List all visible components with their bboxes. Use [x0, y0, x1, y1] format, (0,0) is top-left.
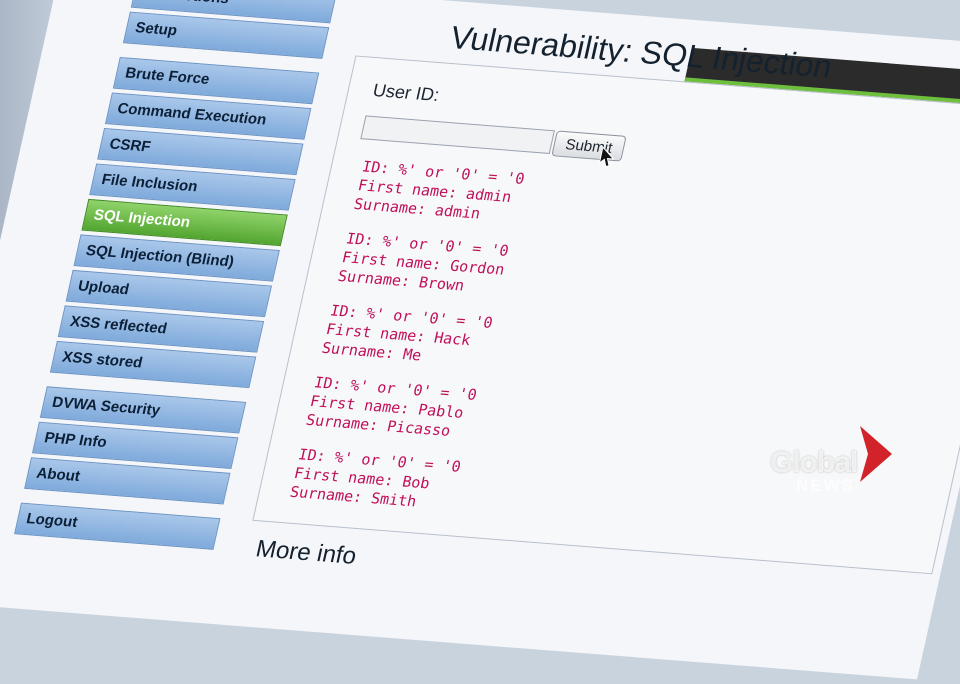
chevron-logo-icon	[860, 426, 892, 482]
sidebar-item-logout[interactable]: Logout	[14, 502, 221, 550]
more-info-heading: More info	[253, 535, 359, 570]
user-id-label: User ID:	[371, 80, 442, 105]
menu-group: DVWA Security PHP Info About	[24, 386, 247, 505]
menu-group: InstructionsSetup	[122, 0, 338, 59]
result-entry: ID: %' or '0' = '0 First name: Gordon Surn…	[336, 229, 510, 298]
result-entry: ID: %' or '0' = '0 First name: admin Surna…	[352, 157, 526, 226]
result-entry: ID: %' or '0' = '0 First name: Pablo Surna…	[304, 373, 478, 442]
result-entry: ID: %' or '0' = '0 First name: Bob Surname…	[288, 445, 462, 514]
main-content: Vulnerability: SQL Injection User ID: Su…	[229, 0, 960, 679]
watermark-global: Global	[770, 446, 858, 479]
mouse-cursor-icon	[598, 146, 615, 168]
menu-group: Logout	[14, 502, 221, 550]
global-news-watermark: Global NEWS	[770, 424, 900, 499]
dvwa-screen: InstructionsSetupBrute ForceCommand Exec…	[0, 0, 960, 680]
watermark-news: NEWS	[796, 476, 855, 495]
menu-group: Brute Force Command Execution CSRF File Inc…	[49, 56, 320, 389]
query-results: ID: %' or '0' = '0 First name: admin Surna…	[285, 157, 526, 530]
user-id-input[interactable]	[360, 115, 555, 154]
result-entry: ID: %' or '0' = '0 First name: Hack Surnam…	[320, 301, 494, 370]
